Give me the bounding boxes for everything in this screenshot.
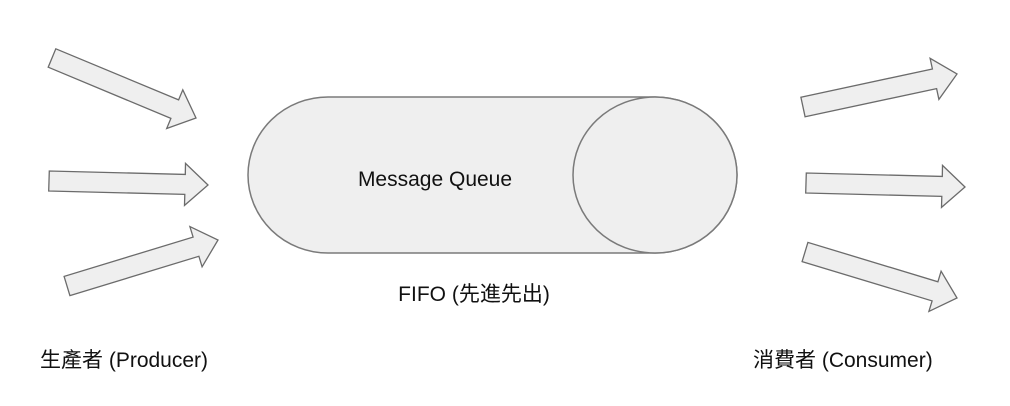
- fifo-label: FIFO (先進先出): [398, 283, 550, 306]
- producer-arrow-3: [63, 225, 219, 297]
- producer-arrows: [47, 47, 219, 297]
- queue-label: Message Queue: [358, 168, 512, 191]
- consumer-arrows: [800, 56, 966, 313]
- producer-arrow-1: [47, 47, 197, 130]
- queue-end-cap: [572, 96, 738, 254]
- producer-arrow-2: [48, 161, 209, 207]
- consumer-arrow-3: [801, 241, 958, 313]
- consumer-arrow-1: [800, 56, 958, 118]
- message-queue-diagram: Message Queue FIFO (先進先出) 生產者 (Producer)…: [40, 47, 966, 372]
- consumer-arrow-2: [805, 163, 966, 209]
- consumer-label: 消費者 (Consumer): [753, 349, 933, 372]
- producer-label: 生產者 (Producer): [40, 349, 208, 372]
